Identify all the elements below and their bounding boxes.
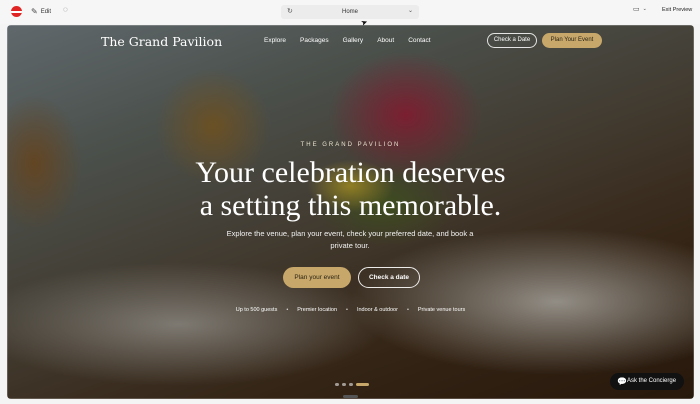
check-a-date-button[interactable]: Check a Date — [487, 33, 537, 48]
chevron-down-icon: ⌄ — [407, 8, 413, 14]
edit-label: Edit — [40, 9, 52, 15]
monitor-icon: ▭ — [633, 6, 640, 13]
site-preview: The Grand Pavilion Explore Packages Gall… — [7, 25, 694, 399]
chevron-down-icon: ⌄ — [642, 6, 647, 12]
site-brand[interactable]: The Grand Pavilion — [101, 34, 222, 49]
concierge-label: Ask the Concierge — [627, 378, 677, 384]
nav-item-about[interactable]: About — [377, 37, 394, 44]
feature-item: Indoor & outdoor — [356, 307, 398, 313]
feature-separator: • — [286, 307, 289, 313]
feature-item: Private venue tours — [417, 307, 466, 313]
main-nav: Explore Packages Gallery About Contact — [264, 37, 431, 44]
nav-item-gallery[interactable]: Gallery — [343, 37, 364, 44]
slide-dot[interactable] — [356, 383, 369, 386]
slide-dot[interactable] — [349, 383, 353, 386]
builder-toolbar: ✎ Edit ◌ ↻ Home ⌄ ▭ ⌄ Exit Preview — [0, 0, 700, 24]
logo-icon[interactable] — [11, 6, 22, 17]
nav-item-contact[interactable]: Contact — [408, 37, 430, 44]
ask-concierge-button[interactable]: 💬 Ask the Concierge — [610, 373, 684, 390]
chat-icon: 💬 — [617, 377, 627, 386]
pencil-icon: ✎ — [31, 7, 38, 16]
slide-indicators — [335, 383, 369, 386]
page-selector-value: Home — [341, 8, 358, 15]
resize-handle[interactable] — [343, 395, 358, 398]
feature-item: Up to 500 guests — [235, 307, 278, 313]
slide-dot[interactable] — [335, 383, 339, 386]
device-toggle[interactable]: ▭ ⌄ — [633, 5, 647, 13]
hero-check-date-button[interactable]: Check a date — [358, 267, 420, 288]
feature-separator: • — [346, 307, 348, 313]
page-selector[interactable]: ↻ Home ⌄ — [281, 5, 419, 19]
site-header: The Grand Pavilion Explore Packages Gall… — [7, 25, 694, 57]
hero-headline: Your celebration deserves a setting this… — [7, 156, 694, 222]
exit-preview-button[interactable]: Exit Preview — [662, 7, 692, 13]
hero-headline-line-1: Your celebration deserves — [195, 156, 506, 189]
slide-dot[interactable] — [342, 383, 346, 386]
nav-item-explore[interactable]: Explore — [264, 37, 286, 44]
feature-item: Premier location — [297, 307, 338, 313]
hero-plan-event-button[interactable]: Plan your event — [283, 267, 351, 288]
feature-separator: • — [406, 307, 409, 313]
nav-item-packages[interactable]: Packages — [300, 37, 329, 44]
hero-headline-line-2: a setting this memorable. — [199, 189, 502, 222]
hero-subtext: Explore the venue, plan your event, chec… — [226, 229, 474, 250]
tag-icon[interactable]: ◌ — [63, 5, 68, 14]
hero-features: Up to 500 guests • Premier location • In… — [7, 307, 694, 313]
edit-button[interactable]: ✎ Edit — [31, 5, 51, 19]
plan-your-event-button[interactable]: Plan Your Event — [542, 33, 602, 48]
hero-eyebrow: THE GRAND PAVILION — [300, 142, 401, 148]
